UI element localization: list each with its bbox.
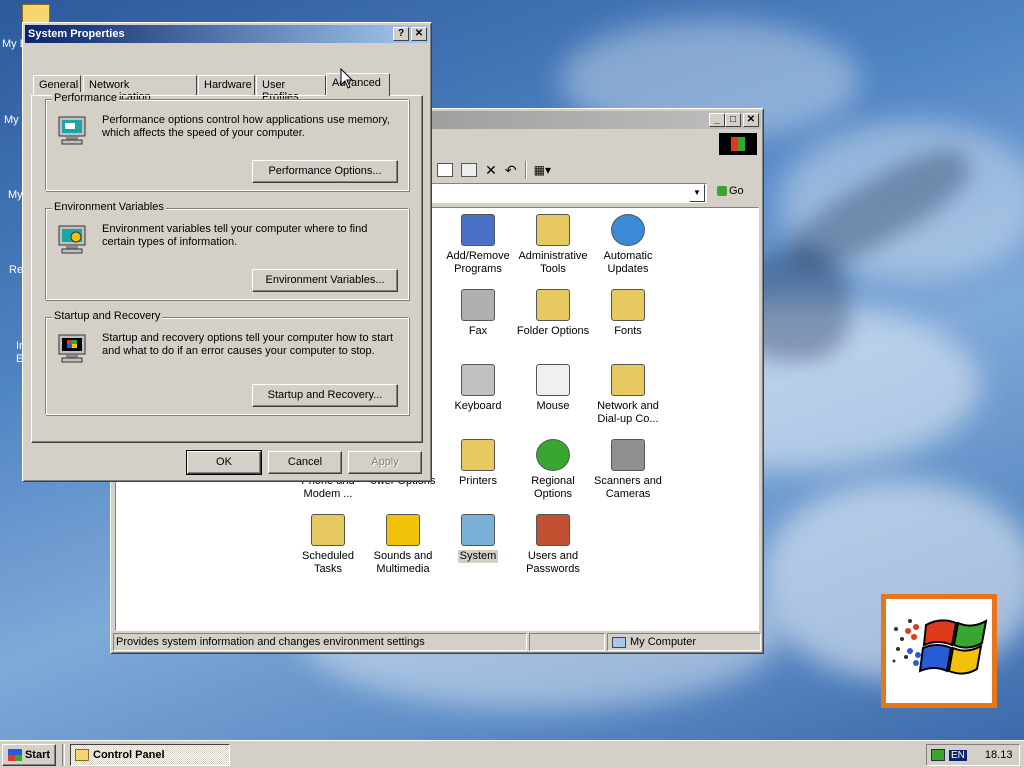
control-panel-icon [75,749,89,761]
desktop-label[interactable]: My [8,189,23,201]
mouse-icon [536,364,570,396]
scanners-icon [611,439,645,471]
close-button[interactable]: ✕ [411,27,427,41]
tab-hardware[interactable]: Hardware [198,75,255,95]
start-label: Start [24,748,51,761]
control-panel-item[interactable]: Users and Passwords [508,514,598,576]
environment-label: Environment Variables [52,201,166,213]
add-remove-programs-icon [461,214,495,246]
mouse-cursor-icon [340,68,354,89]
taskbar-control-panel[interactable]: Control Panel [70,744,230,766]
close-button[interactable]: ✕ [743,113,759,127]
go-arrow-icon [717,186,727,196]
views-icon[interactable]: ▦▾ [534,163,551,177]
clock[interactable]: 18.13 [985,749,1013,761]
performance-description: Performance options control how applicat… [102,114,390,139]
undo-icon[interactable]: ↶ [505,162,517,179]
control-panel-item-label: System [457,550,499,563]
network-icon [611,364,645,396]
fax-icon [461,289,495,321]
address-input[interactable] [431,183,707,203]
monitor-startup-icon [56,332,88,364]
environment-description: Environment variables tell your computer… [102,223,368,248]
windows-flag-icon [7,749,22,761]
keyboard-icon [461,364,495,396]
users-icon [536,514,570,546]
network-tray-icon[interactable] [931,749,945,761]
address-dropdown-button[interactable]: ▼ [689,184,705,202]
status-panel-empty [529,633,605,651]
monitor-performance-icon [56,114,88,146]
fonts-icon [611,289,645,321]
go-label: Go [729,185,744,197]
status-zone: My Computer [607,633,761,651]
printers-icon [461,439,495,471]
folder-options-icon [536,289,570,321]
control-panel-item-label: Automatic Updates [603,250,653,275]
status-text: Provides system information and changes … [113,633,527,651]
tab-advanced[interactable]: Advanced [326,73,390,96]
system-properties-titlebar[interactable]: System Properties ? ✕ [25,25,429,43]
zone-label: My Computer [630,636,697,648]
move-to-icon[interactable] [437,163,454,177]
maximize-button[interactable]: □ [725,113,741,127]
ok-button[interactable]: OK [186,450,262,475]
control-panel-item[interactable]: Scanners and Cameras [583,439,673,501]
help-button[interactable]: ? [393,27,409,41]
language-indicator[interactable]: EN [949,749,967,761]
dialog-title: System Properties [28,28,125,40]
sounds-icon [386,514,420,546]
system-icon [461,514,495,546]
startup-group: Startup and Recovery Startup and recover… [45,310,409,415]
startup-label: Startup and Recovery [52,310,163,322]
windows-logo [881,594,997,708]
automatic-updates-icon [611,214,645,246]
status-bar: Provides system information and changes … [113,633,761,651]
start-button[interactable]: Start [2,744,56,766]
desktop-label[interactable]: Re [9,264,23,276]
system-properties-dialog[interactable]: System Properties ? ✕ General Network Id… [22,22,432,482]
monitor-environment-icon [56,223,88,255]
control-panel-item[interactable]: Fonts [583,289,673,338]
performance-label: Performance [52,92,119,104]
delete-icon[interactable]: ✕ [485,162,497,179]
apply-button[interactable]: Apply [348,451,422,474]
control-panel-item-label: Network and Dial-up Co... [597,400,659,425]
control-panel-item-label: Fonts [614,325,642,337]
windows-throbber [719,133,757,155]
go-button[interactable]: Go [717,185,744,197]
performance-options-button[interactable]: Performance Options... [252,160,398,183]
control-panel-item-label: Users and Passwords [526,550,580,575]
my-computer-icon [612,636,626,648]
environment-variables-button[interactable]: Environment Variables... [252,269,398,292]
startup-description: Startup and recovery options tell your c… [102,332,394,357]
startup-recovery-button[interactable]: Startup and Recovery... [252,384,398,407]
scheduled-tasks-icon [311,514,345,546]
environment-group: Environment Variables Environment variab… [45,201,409,300]
taskbar-separator [62,744,65,766]
minimize-button[interactable]: _ [709,113,725,127]
control-panel-item[interactable]: Network and Dial-up Co... [583,364,673,426]
toolbar: ry ✕ ↶ ▦▾ [411,159,551,181]
desktop-label[interactable]: My [4,114,19,126]
control-panel-item-label: Scanners and Cameras [594,475,662,500]
system-tray: EN 18.13 [926,744,1020,766]
regional-options-icon [536,439,570,471]
administrative-tools-icon [536,214,570,246]
performance-group: Performance Performance options control … [45,92,409,191]
taskbar: Start Control Panel EN 18.13 [0,740,1024,768]
cancel-button[interactable]: Cancel [268,451,342,474]
copy-to-icon[interactable] [461,163,478,177]
tab-user-profiles[interactable]: User Profiles [256,75,326,103]
task-label: Control Panel [93,749,165,761]
control-panel-item[interactable]: Automatic Updates [583,214,673,276]
